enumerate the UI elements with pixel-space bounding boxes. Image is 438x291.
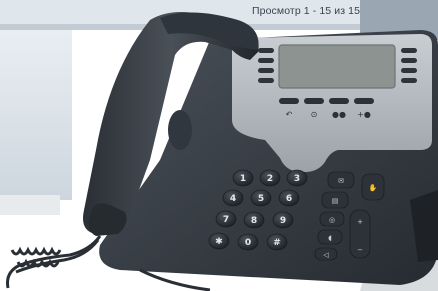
- key-star: ✱: [215, 237, 223, 247]
- desk-phone-photo: ↶ ⊙ ●● +● 1 2 3 4 5 6 7 8 9 ✱ 0 # ✉ ✋ ▤ …: [0, 0, 438, 291]
- key-9: 9: [280, 216, 286, 226]
- key-1: 1: [240, 174, 246, 184]
- volume-up-icon: +: [357, 218, 363, 226]
- speaker-icon: ◁: [323, 251, 329, 259]
- messages-icon: ✉: [338, 177, 344, 185]
- key-4: 4: [230, 194, 236, 204]
- pagination-status: Просмотр 1 - 15 из 15: [252, 5, 361, 17]
- lcd-screen: [278, 44, 396, 89]
- mute-icon: ◎: [329, 216, 335, 224]
- directory-icon: ●●: [332, 110, 346, 119]
- add-contact-icon: +●: [357, 110, 371, 119]
- key-7: 7: [223, 215, 229, 225]
- key-6: 6: [286, 194, 292, 204]
- redial-icon: ↶: [285, 110, 293, 119]
- settings-icon: ⊙: [311, 110, 318, 119]
- volume-down-icon: −: [357, 246, 363, 254]
- speaker-grille: [168, 110, 192, 150]
- key-hash: #: [273, 238, 281, 248]
- key-5: 5: [258, 194, 264, 204]
- key-8: 8: [251, 216, 257, 226]
- key-3: 3: [294, 174, 300, 184]
- hold-icon: ✋: [369, 183, 378, 192]
- setup-icon: ▤: [332, 197, 339, 205]
- headset-icon: ◖: [328, 234, 332, 242]
- key-2: 2: [267, 174, 273, 184]
- key-0: 0: [245, 238, 251, 248]
